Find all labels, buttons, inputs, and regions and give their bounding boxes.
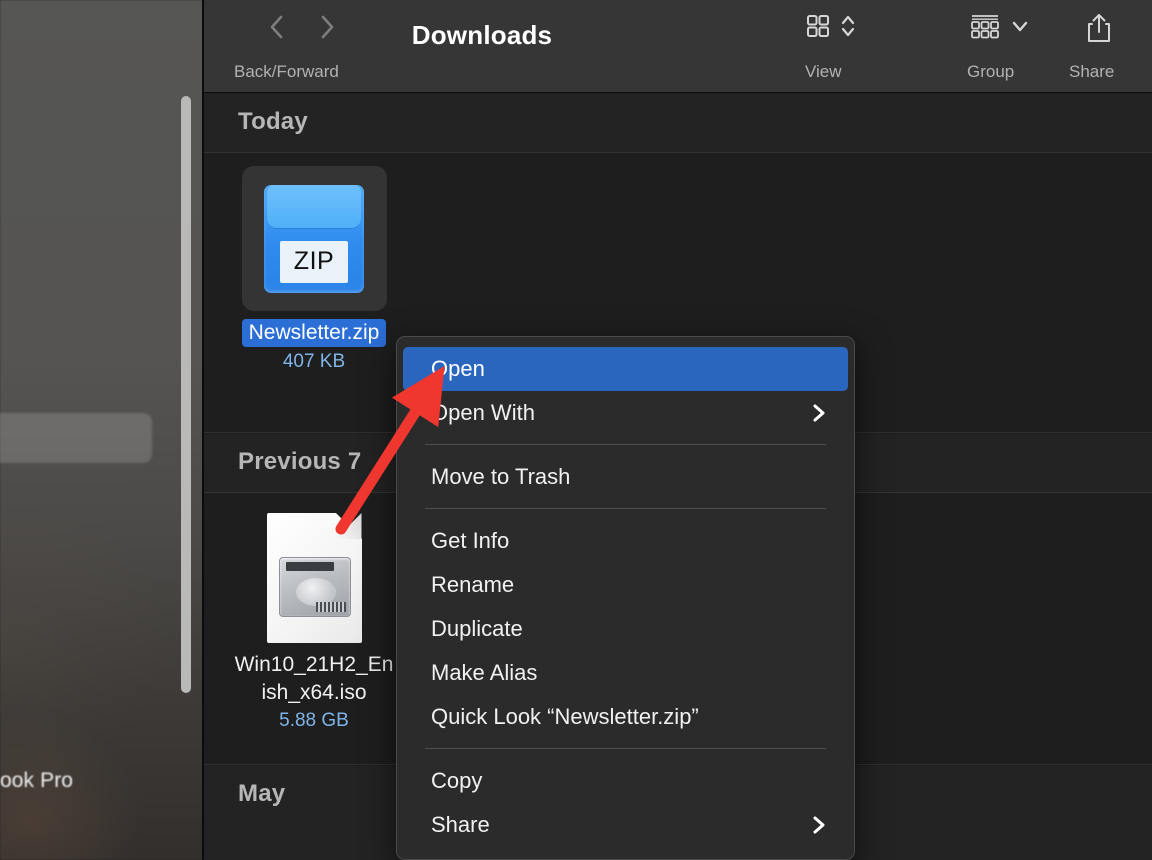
screenshot-root: ook Pro Back/Forward Downloads View Grou… — [0, 0, 1152, 860]
menu-item-label: Get Info — [431, 528, 510, 553]
submenu-chevron-right-icon — [810, 402, 828, 424]
context-menu-item-move-to-trash[interactable]: Move to Trash — [403, 455, 848, 499]
context-menu-item-copy[interactable]: Copy — [403, 759, 848, 803]
zip-archive-icon: ZIP — [241, 166, 387, 311]
section-header-today: Today — [204, 94, 1152, 153]
section-title: Today — [238, 108, 308, 135]
back-forward-label: Back/Forward — [234, 62, 339, 81]
section-title: Previous 7 — [238, 448, 362, 475]
submenu-chevron-right-icon — [810, 814, 828, 836]
iso-disk-image-icon — [266, 513, 362, 643]
view-button[interactable] — [804, 12, 856, 40]
context-menu-item-get-info[interactable]: Get Info — [403, 519, 848, 563]
menu-separator — [425, 508, 826, 509]
chevron-down-icon — [1012, 21, 1028, 32]
menu-item-label: Copy — [431, 768, 483, 793]
share-upload-icon — [1088, 14, 1110, 42]
context-menu-item-open[interactable]: Open — [403, 347, 848, 391]
context-menu-item-share[interactable]: Share — [403, 803, 848, 847]
file-name-label-line2: ish_x64.iso — [261, 680, 367, 704]
menu-item-label: Open — [431, 356, 485, 381]
menu-item-label: Open With — [431, 400, 535, 425]
share-label: Share — [1069, 62, 1115, 81]
back-button[interactable] — [264, 10, 290, 44]
context-menu-item-quick-look[interactable]: Quick Look “Newsletter.zip” — [403, 695, 848, 739]
grid-view-icon — [807, 15, 829, 37]
file-item-win10-iso[interactable]: Win10_21H2_En ish_x64.iso 5.88 GB — [219, 513, 409, 732]
context-menu-item-duplicate[interactable]: Duplicate — [403, 607, 848, 651]
zip-badge-label: ZIP — [280, 240, 348, 283]
menu-item-label: Make Alias — [431, 660, 538, 685]
sidebar-scrollbar[interactable] — [181, 96, 191, 693]
context-menu-item-open-with[interactable]: Open With — [403, 391, 848, 435]
view-label: View — [805, 62, 842, 81]
forward-button[interactable] — [314, 10, 340, 44]
chevron-left-icon — [270, 15, 283, 39]
chevron-up-down-icon — [841, 15, 855, 37]
file-size-label: 5.88 GB — [279, 710, 349, 732]
context-menu-item-make-alias[interactable]: Make Alias — [403, 651, 848, 695]
navigation-buttons — [264, 10, 340, 44]
menu-separator — [425, 748, 826, 749]
share-button[interactable] — [1084, 12, 1114, 44]
menu-item-label: Quick Look “Newsletter.zip” — [431, 704, 699, 729]
group-button[interactable] — [969, 12, 1031, 40]
context-menu-item-rename[interactable]: Rename — [403, 563, 848, 607]
sidebar-device-label: ook Pro — [0, 769, 74, 792]
context-menu: Open Open With Move to Trash Get Info Re… — [396, 336, 855, 860]
menu-item-label: Duplicate — [431, 616, 523, 641]
file-name-label-line1: Win10_21H2_En — [234, 653, 394, 676]
file-size-label: 407 KB — [282, 351, 346, 372]
file-name-label: Newsletter.zip — [241, 319, 387, 347]
file-item-newsletter-zip[interactable]: ZIP Newsletter.zip 407 KB — [219, 166, 409, 373]
window-title: Downloads — [411, 20, 553, 50]
menu-item-label: Share — [431, 812, 490, 837]
menu-separator — [425, 444, 826, 445]
section-title: May — [238, 780, 286, 807]
menu-item-label: Move to Trash — [431, 464, 571, 489]
group-list-icon — [971, 15, 999, 39]
group-label: Group — [967, 62, 1015, 81]
chevron-right-icon — [321, 15, 334, 39]
menu-item-label: Rename — [431, 572, 515, 597]
sidebar-selected-pill — [0, 413, 152, 463]
finder-toolbar: Back/Forward Downloads View Group Share — [204, 0, 1152, 93]
